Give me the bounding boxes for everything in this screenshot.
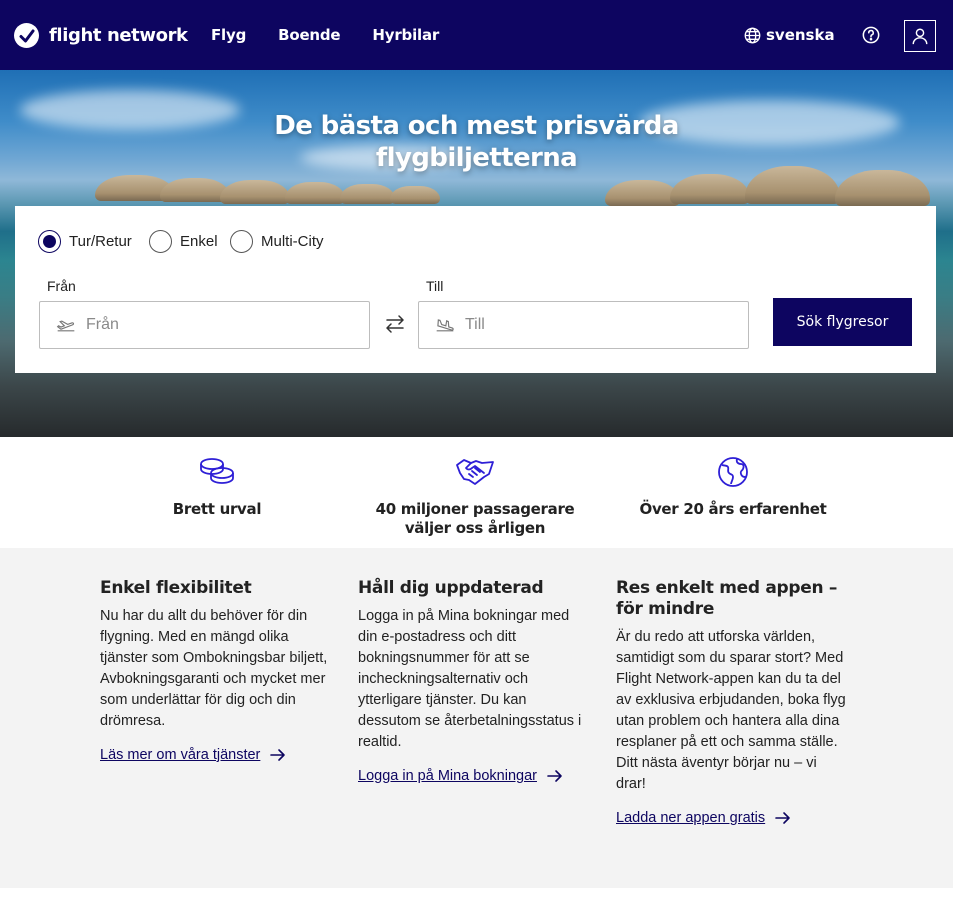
flight-search-form: Tur/Retur Enkel Multi-City Från Till Sök… <box>15 206 936 373</box>
feature-title-line1: 40 miljoner passagerare <box>375 500 575 518</box>
nav-boende[interactable]: Boende <box>278 26 341 44</box>
trip-type-roundtrip[interactable]: Tur/Retur <box>38 230 132 253</box>
link-label: Ladda ner appen gratis <box>616 810 766 826</box>
water-bungalow <box>835 170 930 206</box>
nav-flyg[interactable]: Flyg <box>211 26 246 44</box>
help-button[interactable] <box>862 26 880 44</box>
feature-title: Över 20 års erfarenhet <box>639 500 827 518</box>
language-label: svenska <box>766 26 835 44</box>
main-nav: Flyg Boende Hyrbilar <box>211 26 471 44</box>
arrow-right-icon <box>775 812 790 824</box>
to-input[interactable] <box>465 316 748 334</box>
site-header: flight network Flyg Boende Hyrbilar sven… <box>0 0 953 70</box>
download-app-link[interactable]: Ladda ner appen gratis <box>616 810 791 826</box>
hero-title: De bästa och mest prisvärda flygbiljette… <box>0 110 953 174</box>
services-link[interactable]: Läs mer om våra tjänster <box>100 747 286 763</box>
hero-title-line1: De bästa och mest prisvärda <box>274 111 679 141</box>
radio-oneway[interactable] <box>149 230 172 253</box>
coins-icon <box>200 458 234 484</box>
logo-check-icon <box>14 23 39 48</box>
info-text: Är du redo att utforska världen, samtidi… <box>616 629 846 792</box>
feature-passengers: 40 miljoner passagerare väljer oss årlig… <box>345 456 605 538</box>
info-col-updated: Håll dig uppdaterad Logga in på Mina bok… <box>358 578 590 785</box>
radio-multicity[interactable] <box>230 230 253 253</box>
trip-type-label: Tur/Retur <box>69 233 132 250</box>
to-label: Till <box>426 278 444 294</box>
plane-takeoff-icon <box>56 320 75 332</box>
feature-title: 40 miljoner passagerare väljer oss årlig… <box>345 500 605 538</box>
water-bungalow <box>220 180 290 204</box>
logo-link[interactable]: flight network <box>14 23 188 48</box>
water-bungalow <box>670 174 750 204</box>
info-text: Logga in på Mina bokningar med din e-pos… <box>358 608 582 750</box>
hero-title-line2: flygbiljetterna <box>375 143 578 173</box>
feature-experience: Över 20 års erfarenhet <box>618 456 848 519</box>
trip-type-oneway[interactable]: Enkel <box>149 230 218 253</box>
water-bungalow <box>390 186 440 204</box>
search-flights-button[interactable]: Sök flygresor <box>773 298 912 346</box>
language-selector[interactable]: svenska <box>744 26 835 44</box>
globe-icon <box>718 457 748 487</box>
swap-arrows-icon[interactable] <box>384 313 406 335</box>
info-heading: Res enkelt med appen – för mindre <box>616 578 838 619</box>
handshake-icon <box>456 459 494 485</box>
from-label: Från <box>47 278 76 294</box>
trip-type-label: Multi-City <box>261 233 324 250</box>
user-icon <box>912 28 928 45</box>
link-label: Läs mer om våra tjänster <box>100 747 261 763</box>
info-heading: Håll dig uppdaterad <box>358 578 544 598</box>
trip-type-label: Enkel <box>180 233 218 250</box>
page-bottom <box>0 888 953 916</box>
info-text: Nu har du allt du behöver för din flygni… <box>100 608 328 729</box>
from-field[interactable] <box>39 301 370 349</box>
nav-hyrbilar[interactable]: Hyrbilar <box>372 26 439 44</box>
info-section: Enkel flexibilitet Nu har du allt du beh… <box>0 548 953 888</box>
account-button[interactable] <box>904 20 936 52</box>
water-bungalow <box>340 184 395 204</box>
help-circle-icon <box>862 26 880 44</box>
trip-type-multicity[interactable]: Multi-City <box>230 230 324 253</box>
info-col-app: Res enkelt med appen – för mindre Är du … <box>616 578 848 827</box>
info-col-flexibility: Enkel flexibilitet Nu har du allt du beh… <box>100 578 332 764</box>
water-bungalow <box>285 182 345 204</box>
arrow-right-icon <box>270 749 286 761</box>
radio-roundtrip[interactable] <box>38 230 61 253</box>
feature-title-line2: väljer oss årligen <box>404 519 546 537</box>
feature-title: Brett urval <box>172 500 262 518</box>
feature-wide-selection: Brett urval <box>117 456 317 519</box>
logo-text: flight network <box>49 25 188 46</box>
arrow-right-icon <box>547 770 562 782</box>
globe-icon <box>744 27 761 43</box>
to-field[interactable] <box>418 301 749 349</box>
from-input[interactable] <box>86 316 369 334</box>
plane-landing-icon <box>436 319 454 332</box>
link-label: Logga in på Mina bokningar <box>358 768 537 784</box>
water-bungalow <box>605 180 680 206</box>
features-strip: Brett urval 40 miljoner passagerare välj… <box>0 437 953 548</box>
info-heading: Enkel flexibilitet <box>100 578 252 598</box>
my-bookings-link[interactable]: Logga in på Mina bokningar <box>358 768 563 784</box>
